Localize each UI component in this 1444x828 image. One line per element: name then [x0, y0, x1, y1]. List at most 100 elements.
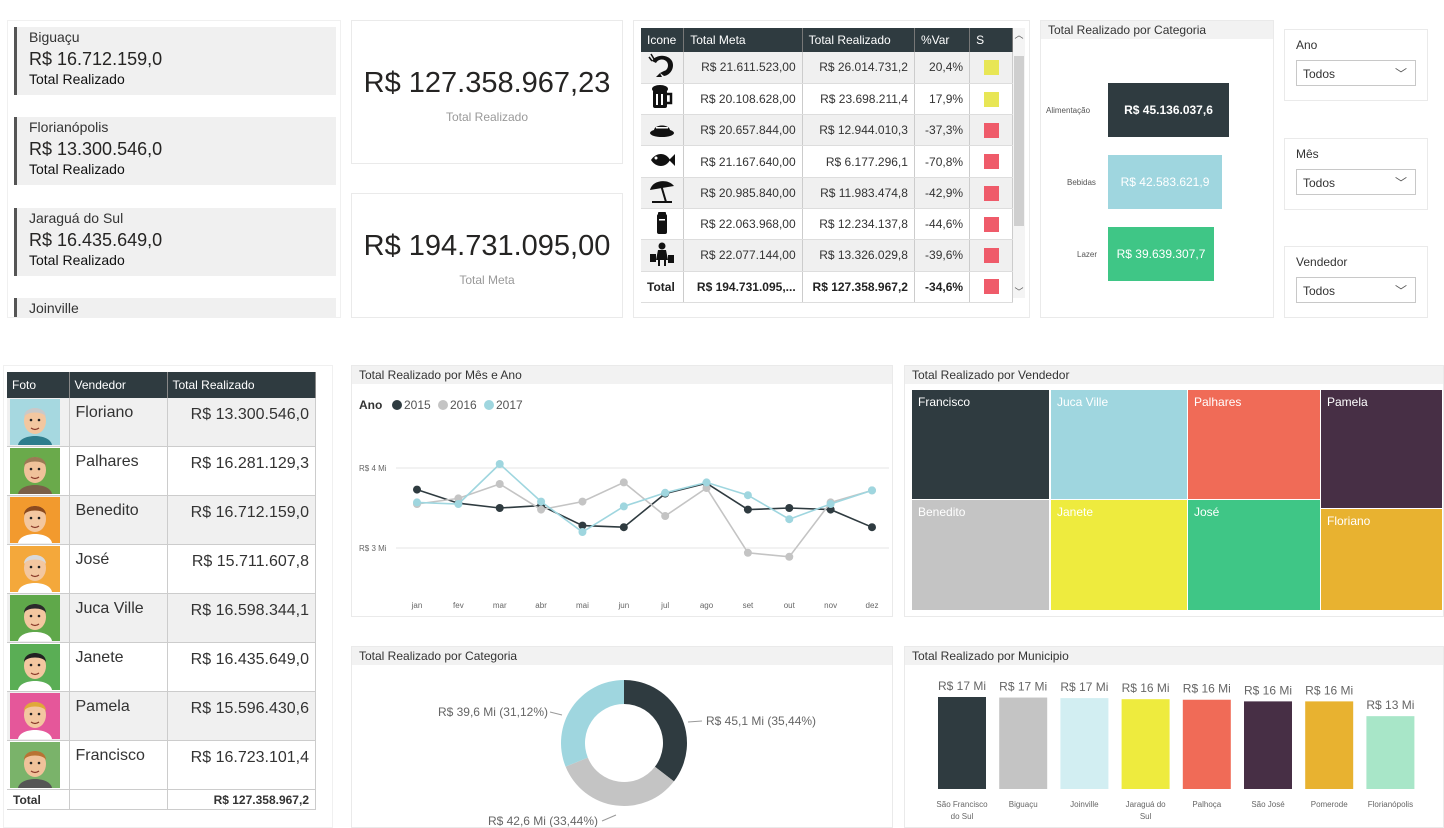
leader-line [601, 814, 617, 822]
municipio-bar[interactable] [938, 697, 986, 789]
col-header-total[interactable]: Total Realizado [167, 372, 316, 398]
col-header-meta[interactable]: Total Meta [683, 28, 803, 52]
municipio-bar[interactable] [1366, 716, 1415, 789]
data-point[interactable] [619, 523, 628, 532]
municipio-bar[interactable] [999, 697, 1048, 789]
category-bar[interactable]: R$ 45.136.037,6 [1108, 83, 1229, 137]
slice-label: R$ 45,1 Mi (35,44%) [706, 714, 816, 728]
donut-slice[interactable] [624, 680, 687, 782]
data-point[interactable] [495, 460, 504, 468]
table-row[interactable]: R$ 21.611.523,00 R$ 26.014.731,2 20,4% [641, 52, 1013, 84]
table-row[interactable]: R$ 22.063.968,00 R$ 12.234.137,8 -44,6% [641, 208, 1013, 241]
var-cell: -70,8% [914, 145, 971, 178]
data-point[interactable] [454, 500, 463, 508]
visual-title: Total Realizado por Municipio [905, 647, 1443, 665]
data-point[interactable] [537, 497, 546, 506]
data-point[interactable] [702, 478, 711, 487]
col-header-icone[interactable]: Icone [641, 28, 685, 52]
table-row[interactable]: Benedito R$ 16.712.159,0 [7, 495, 316, 546]
municipio-bar[interactable] [1060, 698, 1109, 789]
col-header-vendedor[interactable]: Vendedor [69, 372, 168, 398]
col-header-var[interactable]: %Var [914, 28, 971, 52]
municipio-bar[interactable] [1244, 701, 1292, 789]
bar-value-label: R$ 13 Mi [1366, 698, 1414, 712]
x-tick-label: São José [1251, 800, 1285, 809]
treemap-cell[interactable]: Floriano [1321, 509, 1442, 610]
city-card[interactable]: Joinville [14, 298, 336, 317]
table-row[interactable]: Francisco R$ 16.723.101,4 [7, 740, 316, 791]
municipio-bar[interactable] [1121, 699, 1170, 789]
legend-label: 2017 [496, 398, 523, 412]
var-cell: -37,3% [914, 114, 971, 147]
table-row[interactable]: Pamela R$ 15.596.430,6 [7, 691, 316, 742]
donut-chart: R$ 45,1 Mi (35,44%) R$ 42,6 Mi (33,44%) R$… [438, 680, 816, 827]
mes-dropdown[interactable]: Todos ﹀ [1296, 169, 1416, 195]
municipio-bar[interactable] [1305, 701, 1354, 789]
municipio-bar[interactable] [1182, 699, 1231, 789]
table-row[interactable]: R$ 20.985.840,00 R$ 11.983.474,8 -42,9% [641, 177, 1013, 209]
seller-total: R$ 16.712.159,0 [167, 495, 316, 546]
data-point[interactable] [537, 505, 546, 514]
treemap-cell[interactable]: Palhares [1188, 390, 1320, 499]
scrollbar[interactable]: ︿ ﹀ [1013, 28, 1025, 298]
table-row[interactable]: Palhares R$ 16.281.129,3 [7, 446, 316, 497]
scroll-down-icon[interactable]: ﹀ [1013, 285, 1025, 298]
treemap-cell[interactable]: Janete [1051, 500, 1187, 610]
shopping-person-icon [641, 239, 685, 272]
city-card[interactable]: Florianópolis R$ 13.300.546,0 Total Real… [14, 117, 336, 185]
table-row[interactable]: José R$ 15.711.607,8 [7, 544, 316, 595]
data-point[interactable] [413, 498, 421, 507]
treemap-cell[interactable]: Benedito [912, 500, 1049, 610]
scrollbar-thumb[interactable] [1014, 56, 1024, 226]
avatar [10, 644, 60, 691]
treemap-cell[interactable]: Pamela [1321, 390, 1442, 508]
treemap-cell[interactable]: José [1188, 500, 1320, 610]
data-point[interactable] [785, 504, 794, 512]
city-card[interactable]: Jaraguá do Sul R$ 16.435.649,0 Total Rea… [14, 208, 336, 276]
data-point[interactable] [495, 504, 504, 512]
scroll-up-icon[interactable]: ︿ [1013, 28, 1025, 41]
vendedor-dropdown[interactable]: Todos ﹀ [1296, 277, 1416, 303]
chevron-down-icon: ﹀ [1394, 284, 1407, 298]
city-value: R$ 16.435.649,0 [29, 230, 163, 250]
table-row[interactable]: R$ 21.167.640,00 R$ 6.177.296,1 -70,8% [641, 145, 1013, 178]
data-point[interactable] [785, 515, 794, 524]
treemap-cell[interactable]: Francisco [912, 390, 1049, 499]
data-point[interactable] [661, 488, 670, 497]
dropdown-value: Todos [1303, 284, 1336, 298]
data-point[interactable] [661, 512, 670, 520]
data-point[interactable] [826, 500, 835, 508]
ano-dropdown[interactable]: Todos ﹀ [1296, 60, 1416, 86]
data-point[interactable] [495, 480, 504, 488]
category-bar[interactable]: R$ 42.583.621,9 [1108, 155, 1222, 209]
chevron-down-icon: ﹀ [1394, 176, 1407, 190]
table-row[interactable]: R$ 20.108.628,00 R$ 23.698.211,4 17,9% [641, 83, 1013, 116]
table-row[interactable]: R$ 20.657.844,00 R$ 12.944.010,3 -37,3% [641, 114, 1013, 147]
col-header-realizado[interactable]: Total Realizado [802, 28, 915, 52]
donut-slice[interactable] [561, 680, 624, 767]
slice-label: R$ 39,6 Mi (31,12%) [438, 705, 548, 719]
data-point[interactable] [743, 505, 752, 514]
table-row[interactable]: Floriano R$ 13.300.546,0 [7, 398, 316, 448]
data-point[interactable] [578, 497, 587, 506]
data-point[interactable] [619, 502, 628, 511]
city-name: Biguaçu [29, 29, 80, 45]
data-point[interactable] [743, 548, 752, 557]
col-header-status[interactable]: S [969, 28, 1013, 52]
treemap-cell[interactable]: Juca Ville [1051, 390, 1187, 499]
table-row[interactable]: Janete R$ 16.435.649,0 [7, 642, 316, 693]
table-row[interactable]: Juca Ville R$ 16.598.344,1 [7, 593, 316, 644]
x-tick-label: ago [700, 601, 714, 610]
data-point[interactable] [413, 485, 421, 494]
category-bar[interactable]: R$ 39.639.307,7 [1108, 227, 1214, 281]
data-point[interactable] [743, 491, 752, 500]
table-row[interactable]: R$ 22.077.144,00 R$ 13.326.029,8 -39,6% [641, 239, 1013, 272]
data-point[interactable] [868, 486, 876, 495]
data-point[interactable] [868, 523, 876, 532]
data-point[interactable] [619, 478, 628, 487]
col-header-foto[interactable]: Foto [7, 372, 70, 398]
data-point[interactable] [578, 528, 587, 536]
city-card[interactable]: Biguaçu R$ 16.712.159,0 Total Realizado [14, 27, 336, 95]
city-name: Joinville [29, 300, 79, 316]
data-point[interactable] [785, 552, 794, 561]
